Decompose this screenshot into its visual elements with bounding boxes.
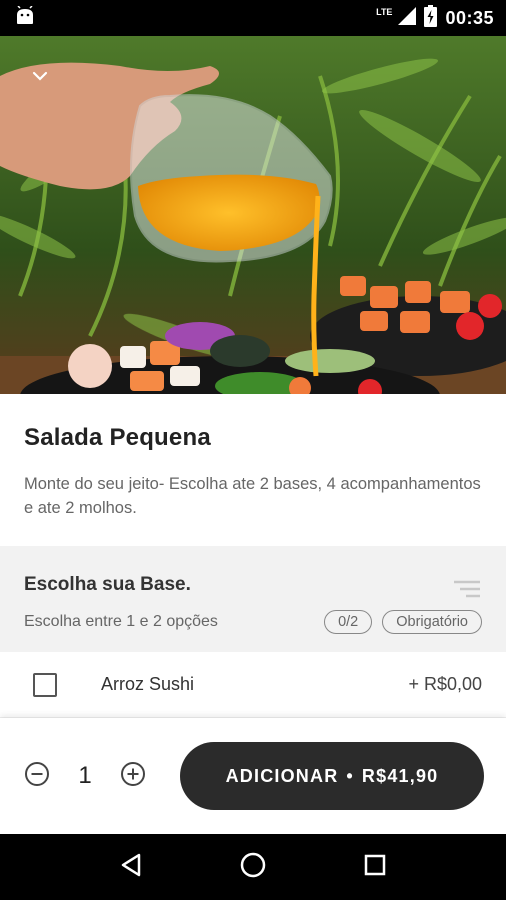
quantity-value: 1 [78, 762, 92, 789]
add-to-cart-button[interactable]: ADICIONAR • R$41,90 [180, 742, 484, 810]
recents-button[interactable] [355, 847, 395, 887]
status-bar: LTE 00:35 [0, 0, 506, 36]
signal-icon [398, 6, 417, 30]
add-button-price: R$41,90 [361, 765, 439, 786]
chevron-down-icon [32, 71, 48, 81]
home-circle-icon [240, 852, 266, 883]
bottom-action-bar: 1 ADICIONAR • R$41,90 [0, 718, 506, 834]
recents-square-icon [364, 854, 386, 881]
back-triangle-icon [120, 853, 142, 882]
option-item[interactable]: Arroz Sushi + R$0,00 [0, 652, 506, 718]
option-group-title: Escolha sua Base. [24, 574, 191, 595]
quantity-stepper: 1 [24, 761, 146, 792]
option-checkbox[interactable] [33, 672, 57, 697]
option-label: Arroz Sushi [101, 674, 195, 694]
selection-count-badge: 0/2 [324, 610, 373, 634]
option-group-subtitle: Escolha entre 1 e 2 opções [24, 613, 218, 630]
system-navigation-bar [0, 834, 506, 900]
option-price: + R$0,00 [408, 674, 482, 694]
menu-lines-icon [454, 580, 480, 603]
home-button[interactable] [233, 847, 273, 887]
increase-quantity-button[interactable] [120, 761, 146, 792]
required-badge: Obrigatório [382, 610, 482, 634]
product-title: Salada Pequena [24, 424, 211, 451]
product-description: Monte do seu jeito- Escolha ate 2 bases,… [24, 475, 481, 517]
back-button[interactable] [111, 847, 151, 887]
network-type: LTE [376, 7, 393, 17]
status-time: 00:35 [445, 7, 494, 28]
battery-icon [424, 4, 438, 32]
add-button-label: ADICIONAR [225, 765, 339, 786]
minus-circle-icon [24, 761, 50, 792]
add-button-separator: • [346, 765, 354, 786]
decrease-quantity-button[interactable] [24, 761, 50, 792]
collapse-button[interactable] [24, 60, 56, 92]
option-group-header: Escolha sua Base. Escolha entre 1 e 2 op… [0, 546, 506, 652]
product-image [0, 36, 506, 394]
plus-circle-icon [120, 761, 146, 792]
product-info: Salada Pequena Monte do seu jeito- Escol… [0, 394, 506, 546]
android-icon [14, 4, 36, 31]
